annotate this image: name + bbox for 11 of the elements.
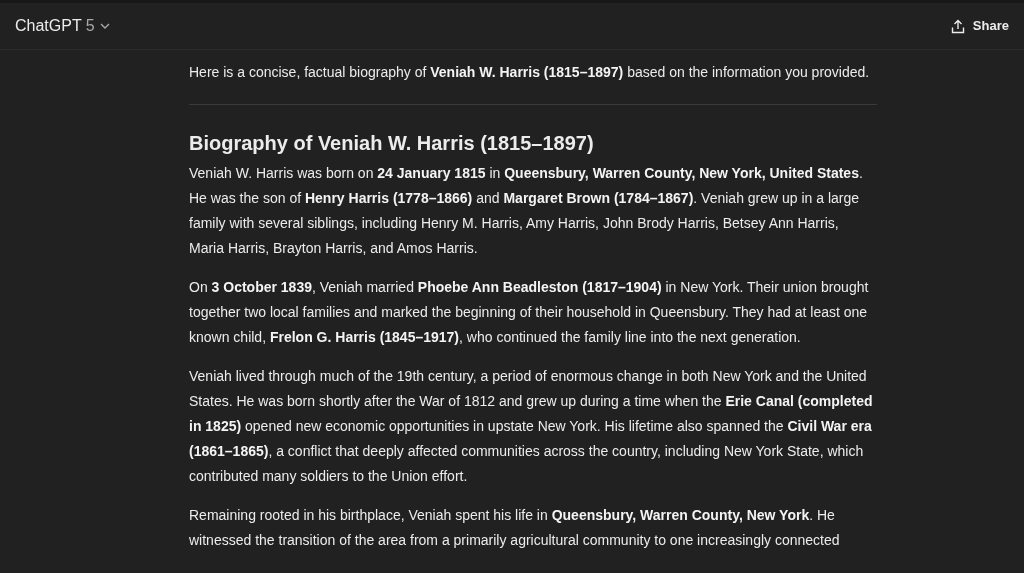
paragraph: Veniah W. Harris was born on 24 January 1815 in Queensbury, Warren County, New York, United States. He was the son of Henry Harris (1778–1866) and Margaret Brown (1784–1867). Veniah grew up in a large family with several siblings, including Henry M. Harris, Amy Harris, John Brody Harris, Betsey Ann Harris, Maria Harris, Brayton Harris, and Amos Harris. — [189, 164, 864, 258]
model-selector[interactable]: ChatGPT 5 — [15, 14, 111, 38]
paragraph: Veniah lived through much of the 19th century, a period of enormous change in both New York and the United States. He was born shortly after the War of 1812 and grew up during a time when the Erie Canal (completed in 1825) opened new economic opportunities in upstate New York. His lifetime also spanned the Civil War era (1861–1865), a conflict that deeply affected communities across the country, including New York State, which contributed many soldiers to the Union effort. — [189, 367, 874, 486]
paragraph: On 3 October 1839, Veniah married Phoebe Ann Beadleston (1817–1904) in New York. Their union brought together two local families and marked the beginning of their household in Queensbury. They had at least one known child, Frelon G. Harris (1845–1917), who continued the family line into the next generation. — [189, 278, 870, 347]
share-button[interactable]: Share — [950, 12, 1009, 40]
share-icon — [950, 18, 965, 34]
model-name[interactable]: ChatGPT 5 — [15, 14, 95, 38]
paragraph: Remaining rooted in his birthplace, Veniah spent his life in Queensbury, Warren County, New York. He witnessed the transition of the area from a primarily agricultural community to one increasingly connected — [189, 506, 841, 550]
biography-heading: Biography of Veniah W. Harris (1815–1897) — [189, 131, 595, 155]
chevron-down-icon — [98, 22, 111, 30]
intro-text: Here is a concise, factual biography of Veniah W. Harris (1815–1897) based on the information you provided. — [189, 63, 871, 82]
